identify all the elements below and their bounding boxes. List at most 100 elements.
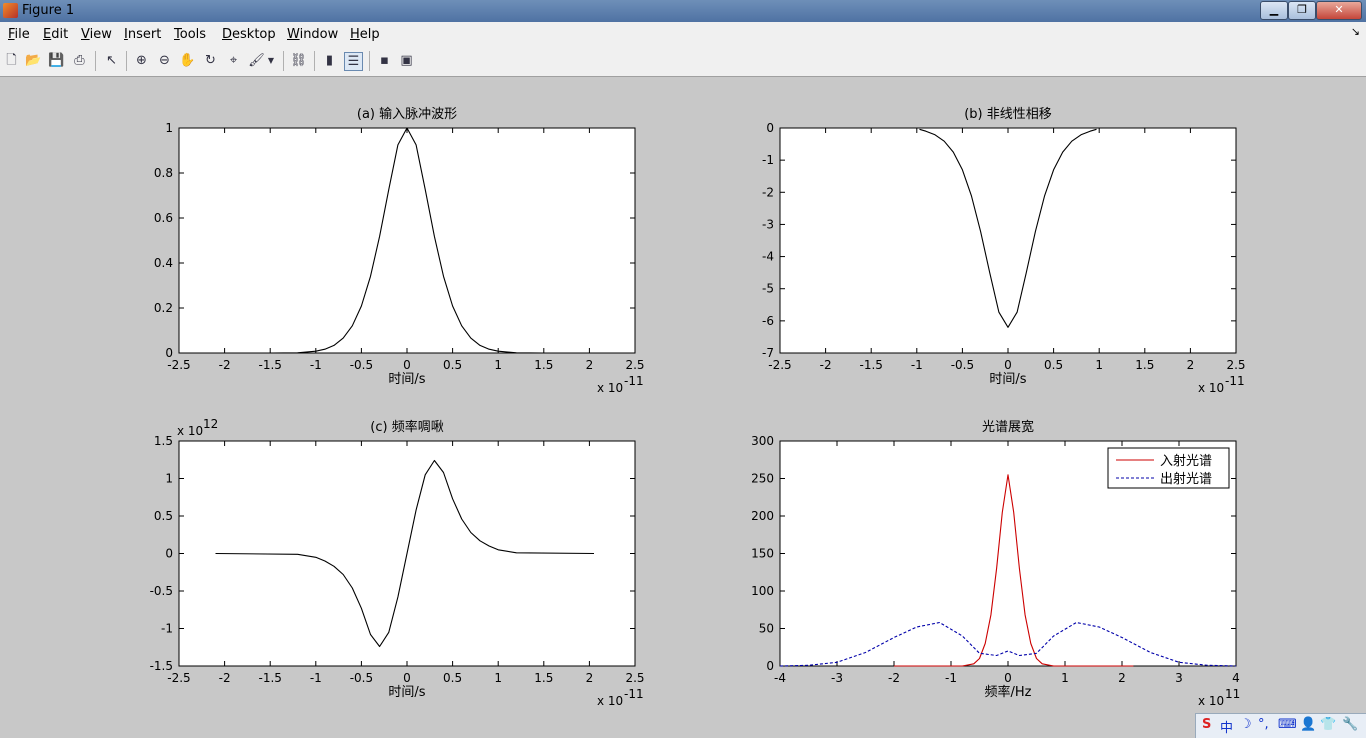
chart-1-ytick-label: 0.2 (154, 301, 173, 315)
close-icon[interactable]: ✕ (1316, 1, 1362, 20)
chart-1-xtick-label: 0.5 (443, 358, 462, 372)
link-plot-icon[interactable]: ⛓ (290, 52, 307, 69)
chart-2-x-exponent: x 10 (1198, 381, 1224, 395)
chart-4-ytick-label: 250 (751, 472, 774, 486)
chart-3-ytick-label: 1 (165, 472, 173, 486)
shirt-icon[interactable]: 👕 (1320, 717, 1336, 732)
minimize-icon[interactable]: ▁ (1260, 1, 1288, 20)
dock-arrow-icon[interactable]: ↘ (1351, 25, 1360, 38)
chart-3-y-exponent-power: 12 (203, 417, 218, 431)
chart-2-xtick-label: 1.5 (1135, 358, 1154, 372)
sogou-logo-icon[interactable]: S (1202, 717, 1211, 732)
menu-tools[interactable]: Tools (174, 27, 206, 42)
chart-1-xtick-label: -0.5 (350, 358, 373, 372)
chart-2-title: (b) 非线性相移 (964, 107, 1052, 122)
chart-1-ytick-label: 0.8 (154, 166, 173, 180)
chart-3-ytick-label: 1.5 (154, 434, 173, 448)
chart-1-plot-area (178, 127, 636, 354)
chart-3-xtick-label: -0.5 (350, 671, 373, 685)
chart-2-ytick-label: -1 (762, 153, 774, 167)
chart-2-xtick-label: 0 (1004, 358, 1012, 372)
chart-3-xtick-label: 2 (586, 671, 594, 685)
print-icon[interactable]: ⎙ (71, 52, 88, 69)
chart-1-xtick-label: -2 (219, 358, 231, 372)
maximize-icon[interactable]: ❐ (1288, 1, 1316, 20)
chart-4-ytick-label: 0 (766, 659, 774, 673)
chart-3-xtick-label: -1 (310, 671, 322, 685)
colorbar-icon[interactable]: ▮ (321, 52, 338, 69)
data-cursor-icon[interactable]: ⌖ (225, 52, 242, 69)
chart-4-xlabel: 频率/Hz (985, 684, 1032, 700)
chart-2-plot-area (779, 127, 1237, 354)
window-title: Figure 1 (22, 3, 75, 18)
chart-3-xtick-label: 0.5 (443, 671, 462, 685)
menu-view[interactable]: View (81, 27, 112, 42)
chart-4-title: 光谱展宽 (982, 419, 1034, 435)
chart-4-xtick-label: 4 (1232, 671, 1240, 685)
chart-3-xtick-label: 1.5 (534, 671, 553, 685)
chart-4-xtick-label: -2 (888, 671, 900, 685)
chart-3-xtick-label: -2 (219, 671, 231, 685)
chart-3-xtick-label: 0 (403, 671, 411, 685)
brush-icon[interactable]: 🖌 (248, 52, 265, 69)
chart-2-x-exponent-power: -11 (1225, 374, 1245, 388)
chart-4-ytick-label: 100 (751, 584, 774, 598)
hide-plot-tools-icon[interactable]: ▪ (376, 52, 393, 69)
chart-1-x-exponent-power: -11 (624, 374, 644, 388)
chart-1-xtick-label: 2 (586, 358, 594, 372)
chart-1-ytick-label: 1 (165, 121, 173, 135)
user-icon[interactable]: 👤 (1300, 717, 1316, 732)
legend-icon[interactable]: ☰ (344, 52, 363, 71)
ime-tray: S 中 ☽ °, ⌨ 👤 👕 🔧 (1195, 713, 1366, 738)
save-icon[interactable]: 💾 (48, 52, 65, 69)
chart-4-xtick-label: -4 (774, 671, 786, 685)
wrench-icon[interactable]: 🔧 (1342, 717, 1358, 732)
chart-2-xtick-label: 2 (1187, 358, 1195, 372)
rotate-3d-icon[interactable]: ↻ (202, 52, 219, 69)
chart-2-ytick-label: -5 (762, 282, 774, 296)
keyboard-icon[interactable]: ⌨ (1278, 717, 1297, 732)
chart-3-ytick-label: -0.5 (150, 584, 173, 598)
pointer-icon[interactable]: ↖ (103, 52, 120, 69)
pan-hand-icon[interactable]: ✋ (179, 52, 196, 69)
chart-2-xtick-label: 0.5 (1044, 358, 1063, 372)
chart-4-legend-label-1: 入射光谱 (1160, 453, 1212, 469)
menu-desktop[interactable]: Desktop (222, 27, 276, 42)
chart-1-ytick-label: 0.6 (154, 211, 173, 225)
chart-2-ytick-label: -6 (762, 314, 774, 328)
menu-window[interactable]: Window (287, 27, 338, 42)
chart-4-xtick-label: -1 (945, 671, 957, 685)
menu-insert[interactable]: Insert (124, 27, 161, 42)
chart-1-xtick-label: 1 (494, 358, 502, 372)
show-plot-tools-icon[interactable]: ▣ (398, 52, 415, 69)
brush-dropdown-icon[interactable]: ▼ (266, 52, 276, 69)
chart-3-xtick-label: 1 (494, 671, 502, 685)
chart-1-xtick-label: 0 (403, 358, 411, 372)
zoom-out-icon[interactable]: ⊖ (156, 52, 173, 69)
chart-2-ytick-label: -2 (762, 185, 774, 199)
chart-1-x-exponent: x 10 (597, 381, 623, 395)
menu-file[interactable]: File (8, 27, 30, 42)
open-file-icon[interactable]: 📂 (25, 52, 42, 69)
chart-1-ytick-label: 0 (165, 346, 173, 360)
menu-bar: File Edit View Insert Tools Desktop Wind… (0, 22, 1366, 46)
new-figure-icon[interactable]: 🗋 (3, 52, 20, 69)
moon-icon[interactable]: ☽ (1240, 717, 1252, 732)
chart-2-ytick-label: -7 (762, 346, 774, 360)
chart-1-title: (a) 输入脉冲波形 (357, 106, 457, 122)
chart-3-y-exponent: x 10 (177, 424, 203, 438)
ime-mode-label[interactable]: 中 (1220, 717, 1233, 736)
zoom-in-icon[interactable]: ⊕ (133, 52, 150, 69)
chart-2-xtick-label: -2 (820, 358, 832, 372)
figure-toolbar: 🗋 📂 💾 ⎙ ↖ ⊕ ⊖ ✋ ↻ ⌖ 🖌 ▼ ⛓ ▮ ☰ ▪ ▣ (0, 46, 1366, 77)
chart-4-ytick-label: 300 (751, 434, 774, 448)
chart-3-xtick-label: -1.5 (258, 671, 281, 685)
punctuation-icon[interactable]: °, (1258, 717, 1269, 732)
chart-3-title: (c) 频率啁啾 (370, 419, 443, 435)
chart-4-ytick-label: 50 (759, 622, 774, 636)
chart-4-ytick-label: 200 (751, 509, 774, 523)
menu-help[interactable]: Help (350, 27, 380, 42)
chart-3-xtick-label: 2.5 (625, 671, 644, 685)
menu-edit[interactable]: Edit (43, 27, 68, 42)
chart-2-xtick-label: -2.5 (768, 358, 791, 372)
